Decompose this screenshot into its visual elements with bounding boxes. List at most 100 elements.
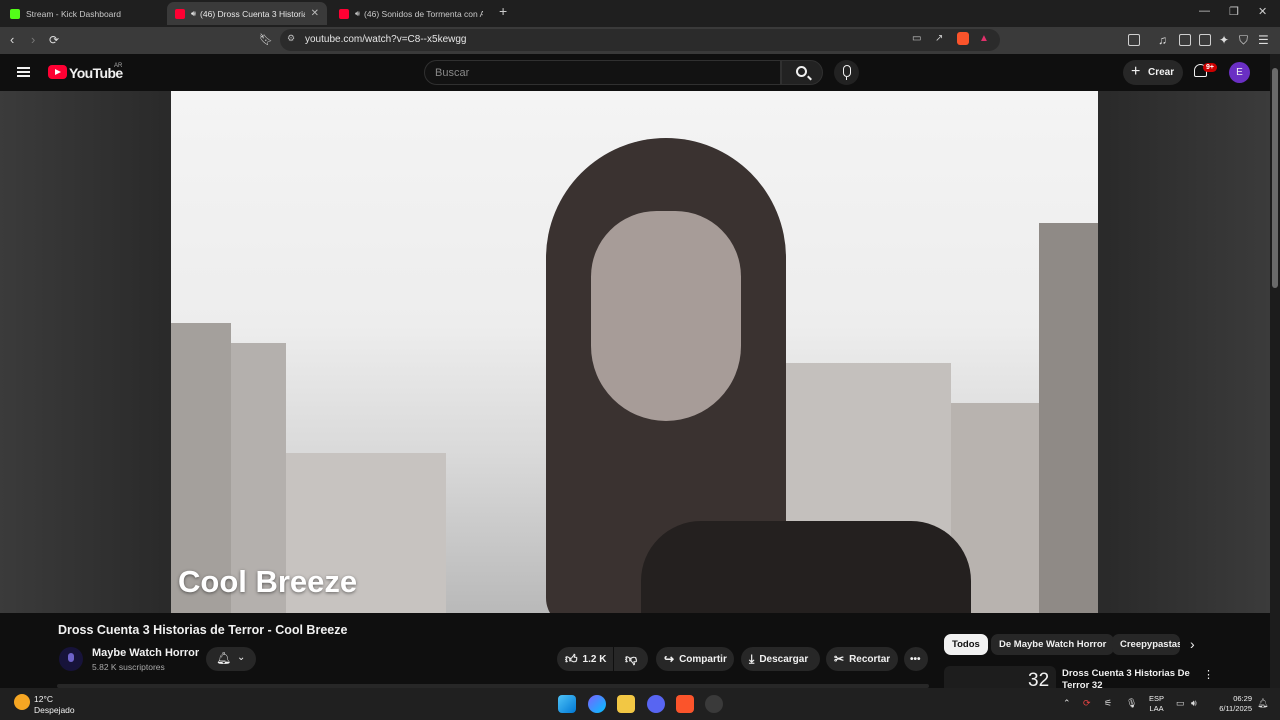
site-info-icon[interactable]: ⚙ (287, 33, 295, 44)
channel-name[interactable]: Maybe Watch Horror (92, 647, 199, 659)
subscription-button[interactable]: 🔔︎ ⌄ (206, 647, 256, 671)
sidebar-icon[interactable] (1128, 34, 1140, 46)
hamburger-menu-icon[interactable] (17, 67, 30, 77)
language-indicator[interactable]: ESP LAA (1149, 694, 1164, 714)
scissors-icon: ✂ (834, 652, 845, 666)
search-button[interactable] (781, 60, 823, 85)
kick-icon (10, 8, 20, 19)
wallet-icon[interactable] (1199, 34, 1211, 46)
vpn-icon[interactable]: ⛉ (1239, 33, 1248, 47)
video-overlay-caption: Cool Breeze (178, 564, 358, 599)
discord-icon[interactable] (647, 695, 665, 713)
video-player[interactable]: Cool Breeze (0, 91, 1270, 613)
bookmark-icon[interactable]: 🔖︎ (259, 33, 273, 47)
like-count: 1.2 K (582, 653, 607, 665)
bell-icon: 🔔︎ (216, 651, 232, 665)
share-arrow-icon: ↪ (664, 652, 675, 666)
building-tall (1039, 223, 1098, 613)
clip-label: Recortar (849, 653, 891, 665)
address-bar[interactable]: ⚙ youtube.com/watch?v=C8--x5kewgg ▭ ↗ ▲ (280, 29, 1000, 51)
display-icon[interactable]: ▭ (1176, 698, 1185, 709)
video-frame[interactable]: Cool Breeze (171, 91, 1098, 613)
cast-icon[interactable]: ▭ (912, 33, 921, 44)
related-more-icon[interactable]: ⋮ (1203, 668, 1214, 681)
account-avatar[interactable]: E (1229, 62, 1250, 83)
more-actions-button[interactable]: ••• (904, 647, 928, 671)
forward-button[interactable]: › (31, 33, 35, 47)
voice-search-icon[interactable] (834, 60, 859, 85)
person-face (591, 211, 741, 421)
channel-avatar[interactable] (59, 647, 83, 671)
leo-ai-icon[interactable]: ✦ (1219, 33, 1229, 47)
file-explorer-icon[interactable] (617, 695, 635, 713)
share-label: Compartir (679, 653, 727, 665)
tab-dross-video[interactable]: 🔊︎ (46) Dross Cuenta 3 Historias ✕ (167, 2, 327, 25)
chip-from-channel[interactable]: De Maybe Watch Horror (991, 634, 1115, 655)
windows-start-icon[interactable] (558, 695, 576, 713)
clock-time: 06:29 (1233, 694, 1252, 703)
create-label: Crear (1148, 67, 1175, 78)
brave-shields-icon[interactable] (957, 32, 969, 45)
sync-icon[interactable]: ⟳ (1083, 698, 1091, 709)
thumbs-down-icon: 👎︎ (625, 651, 638, 666)
volume-icon[interactable]: 🔊︎ (1191, 698, 1197, 709)
brave-rewards-icon[interactable]: ▲ (979, 33, 989, 44)
tab-kick-dashboard[interactable]: Stream - Kick Dashboard (2, 2, 165, 25)
back-button[interactable]: ‹ (10, 33, 14, 47)
youtube-favicon-icon (175, 8, 185, 19)
obs-icon[interactable] (705, 695, 723, 713)
notification-center-icon[interactable]: 🔔︎ (1257, 698, 1268, 709)
weather-temp[interactable]: 12°C (34, 694, 53, 704)
download-label: Descargar (759, 653, 809, 665)
share-button[interactable]: ↪ Compartir (656, 647, 734, 671)
browser-tabstrip: Stream - Kick Dashboard 🔊︎ (46) Dross Cu… (0, 0, 1280, 27)
page-scrollbar[interactable] (1270, 54, 1280, 690)
youtube-logo-icon[interactable] (48, 65, 67, 79)
network-icon[interactable]: ⚟ (1104, 698, 1112, 709)
close-tab-icon[interactable]: ✕ (311, 8, 319, 19)
clip-button[interactable]: ✂ Recortar (826, 647, 898, 671)
browser-toolbar: ‹ › ⟳ 🔖︎ ⚙ youtube.com/watch?v=C8--x5kew… (0, 27, 1280, 54)
weather-icon[interactable] (14, 694, 30, 710)
tab-tormenta[interactable]: 🔊︎ (46) Sonidos de Tormenta con Ar (331, 2, 491, 25)
search-placeholder: Buscar (435, 67, 470, 79)
brave-browser-icon[interactable] (676, 695, 694, 713)
lang-layout: LAA (1149, 704, 1164, 713)
speaker-icon: 🔊︎ (355, 8, 361, 18)
tray-overflow-icon[interactable]: ⌃ (1063, 698, 1071, 709)
copilot-icon[interactable] (588, 695, 606, 713)
mic-tray-icon[interactable]: 🎙︎ (1126, 698, 1137, 709)
chip-creepypastas[interactable]: Creepypastas (1112, 634, 1180, 655)
notification-badge: 9+ (1203, 63, 1217, 72)
close-window-button[interactable]: ✕ (1258, 5, 1267, 18)
subscriber-count: 5.82 K suscriptores (92, 662, 165, 672)
minimize-button[interactable]: — (1199, 5, 1210, 17)
new-tab-button[interactable]: + (499, 3, 507, 19)
search-input[interactable]: Buscar (424, 60, 781, 85)
youtube-favicon-icon (339, 8, 349, 19)
system-clock[interactable]: 06:29 6/11/2025 (1212, 694, 1252, 714)
chip-todos[interactable]: Todos (944, 634, 988, 655)
create-button[interactable]: + Crear (1123, 60, 1183, 85)
tab-label: (46) Sonidos de Tormenta con Ar (364, 8, 483, 19)
maximize-button[interactable]: ❐ (1229, 5, 1239, 18)
lang-code: ESP (1149, 694, 1165, 703)
tab-label: Stream - Kick Dashboard (26, 8, 121, 19)
share-icon[interactable]: ↗ (935, 33, 943, 44)
menu-icon[interactable]: ☰ (1258, 33, 1269, 47)
media-icon[interactable]: ♫ (1158, 33, 1167, 47)
tab-label: (46) Dross Cuenta 3 Historias (200, 8, 305, 19)
person-shirt (641, 521, 971, 613)
country-code: AR (114, 63, 123, 69)
download-icon: ⤓ (749, 651, 755, 666)
more-dots-icon: ••• (910, 653, 921, 665)
split-view-icon[interactable] (1179, 34, 1191, 46)
like-button[interactable]: 👍︎ 1.2 K (557, 647, 613, 671)
reload-button[interactable]: ⟳ (49, 33, 59, 47)
plus-icon: + (1131, 63, 1141, 80)
chevron-right-icon[interactable]: › (1190, 636, 1195, 652)
dislike-button[interactable]: 👎︎ (614, 647, 648, 671)
weather-condition[interactable]: Despejado (34, 705, 75, 715)
download-button[interactable]: ⤓ Descargar (741, 647, 820, 671)
scrollbar-thumb[interactable] (1272, 68, 1278, 288)
